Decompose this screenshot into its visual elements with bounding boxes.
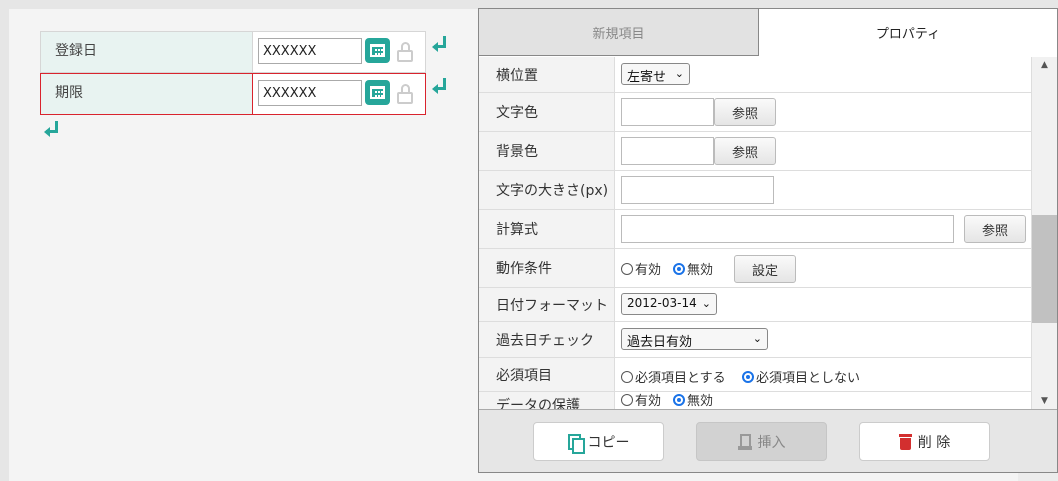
prop-row-protect: データの保護 有効 無効 — [479, 392, 1031, 409]
property-panel: 新規項目 プロパティ 横位置 左寄せ ⌄ 文字色 参照 背景色 参照 文字の大き… — [478, 8, 1058, 473]
date-input[interactable]: XXXXXX — [258, 38, 362, 64]
insert-icon — [737, 433, 752, 450]
condition-settings-button[interactable]: 設定 — [734, 255, 796, 283]
prop-row-h-position: 横位置 左寄せ ⌄ — [479, 57, 1031, 93]
form-label: 登録日 — [41, 32, 253, 72]
trash-icon — [898, 433, 912, 450]
condition-radio-on[interactable]: 有効 — [621, 259, 661, 278]
prop-row-date-format: 日付フォーマット 2012-03-14 ⌄ — [479, 288, 1031, 322]
prop-label: 背景色 — [479, 132, 615, 170]
prop-label: 過去日チェック — [479, 322, 615, 357]
past-check-select[interactable]: 過去日有効 ⌄ — [621, 328, 768, 350]
form-row-deadline[interactable]: 期限 XXXXXX — [40, 73, 426, 115]
lock-icon[interactable] — [396, 84, 414, 104]
formula-input[interactable] — [621, 215, 954, 243]
tab-properties[interactable]: プロパティ — [759, 9, 1057, 56]
prop-label: データの保護 — [479, 392, 615, 409]
bg-color-input[interactable] — [621, 137, 714, 165]
date-format-select[interactable]: 2012-03-14 ⌄ — [621, 293, 717, 315]
prop-label: 日付フォーマット — [479, 288, 615, 321]
h-position-select[interactable]: 左寄せ ⌄ — [621, 63, 690, 85]
copy-button[interactable]: コピー — [533, 422, 664, 461]
calendar-icon[interactable] — [365, 80, 390, 105]
radio-circle — [621, 393, 633, 406]
form-value-cell: XXXXXX — [253, 74, 425, 114]
bg-color-browse-button[interactable]: 参照 — [714, 137, 776, 165]
copy-icon — [567, 433, 585, 454]
text-color-browse-button[interactable]: 参照 — [714, 98, 776, 126]
radio-circle — [621, 370, 633, 383]
prop-row-bg-color: 背景色 参照 — [479, 132, 1031, 171]
condition-radio-off[interactable]: 無効 — [673, 259, 713, 278]
prop-row-past-check: 過去日チェック 過去日有効 ⌄ — [479, 322, 1031, 358]
protect-radio-off[interactable]: 無効 — [673, 390, 713, 409]
prop-label: 横位置 — [479, 57, 615, 92]
formula-browse-button[interactable]: 参照 — [964, 215, 1026, 243]
radio-circle-selected — [742, 370, 754, 383]
prop-label: 計算式 — [479, 210, 615, 248]
scroll-up-arrow-icon[interactable]: ▲ — [1032, 57, 1057, 73]
font-size-input[interactable] — [621, 176, 774, 204]
form-value-cell: XXXXXX — [253, 32, 425, 72]
lock-icon[interactable] — [396, 42, 414, 62]
window-edge-left — [0, 0, 9, 481]
required-radio-on[interactable]: 必須項目とする — [621, 367, 726, 386]
prop-row-required: 必須項目 必須項目とする 必須項目としない — [479, 358, 1031, 392]
panel-footer: コピー 挿入 削 除 — [479, 409, 1057, 472]
prop-row-font-size: 文字の大きさ(px) — [479, 171, 1031, 210]
line-break-icon[interactable] — [44, 121, 60, 137]
panel-tabs: 新規項目 プロパティ — [479, 9, 1057, 56]
scroll-down-arrow-icon[interactable]: ▼ — [1032, 393, 1057, 409]
form-row-registration-date[interactable]: 登録日 XXXXXX — [40, 31, 426, 73]
radio-circle-selected — [673, 262, 685, 275]
prop-row-condition: 動作条件 有効 無効 設定 — [479, 249, 1031, 288]
form-label: 期限 — [41, 74, 253, 114]
insert-button[interactable]: 挿入 — [696, 422, 827, 461]
prop-row-text-color: 文字色 参照 — [479, 93, 1031, 132]
delete-button[interactable]: 削 除 — [859, 422, 990, 461]
prop-label: 必須項目 — [479, 358, 615, 391]
required-radio-off[interactable]: 必須項目としない — [742, 367, 860, 386]
prop-label: 動作条件 — [479, 249, 615, 287]
form-canvas: 登録日 XXXXXX 期限 XXXXXX — [40, 31, 426, 115]
radio-circle-selected — [673, 393, 685, 406]
date-input[interactable]: XXXXXX — [258, 80, 362, 106]
calendar-icon[interactable] — [365, 38, 390, 63]
text-color-input[interactable] — [621, 98, 714, 126]
property-scrollbar[interactable]: ▲ ▼ — [1031, 57, 1057, 409]
tab-new-item[interactable]: 新規項目 — [479, 9, 759, 56]
protect-radio-on[interactable]: 有効 — [621, 390, 661, 409]
prop-row-formula: 計算式 参照 — [479, 210, 1031, 249]
scrollbar-thumb[interactable] — [1032, 215, 1057, 323]
prop-label: 文字色 — [479, 93, 615, 131]
line-break-icon[interactable] — [432, 78, 448, 94]
prop-label: 文字の大きさ(px) — [479, 171, 615, 209]
line-break-icon[interactable] — [432, 36, 448, 52]
radio-circle — [621, 262, 633, 275]
property-list: 横位置 左寄せ ⌄ 文字色 参照 背景色 参照 文字の大きさ(px) 計算式 参… — [479, 57, 1031, 409]
